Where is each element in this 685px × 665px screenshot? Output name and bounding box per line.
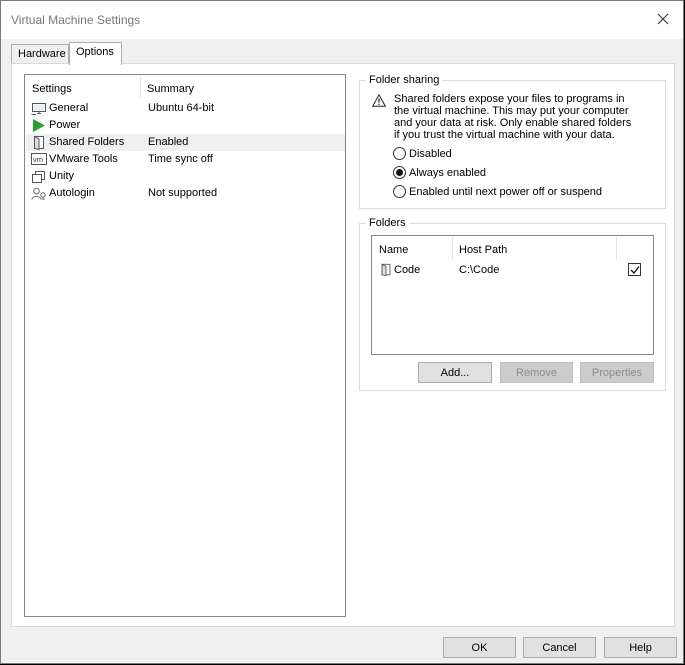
folder-sharing-label: Folder sharing — [366, 74, 443, 86]
setting-label: Shared Folders — [49, 136, 125, 148]
settings-row-power[interactable]: Power — [26, 117, 345, 134]
setting-label: General — [49, 102, 89, 114]
autologin-icon — [31, 187, 46, 200]
settings-row-unity[interactable]: Unity — [26, 168, 345, 185]
header-divider[interactable] — [140, 76, 141, 98]
folder-name: Code — [394, 264, 421, 276]
radio-until-power-off[interactable]: Enabled until next power off or suspend — [393, 184, 602, 199]
remove-folder-button[interactable]: Remove — [500, 362, 573, 383]
settings-row-shared-folders[interactable]: Shared Folders Enabled — [26, 134, 345, 151]
folders-group: Folders Name Host Path Code C:\Code Add.… — [359, 217, 666, 391]
settings-dialog: Virtual Machine Settings Hardware Option… — [0, 0, 684, 664]
warning-icon — [372, 94, 386, 107]
folders-table[interactable]: Name Host Path Code C:\Code — [371, 235, 654, 355]
folders-label: Folders — [366, 217, 409, 229]
cancel-button[interactable]: Cancel — [523, 637, 596, 658]
shared-folder-icon — [381, 263, 391, 277]
radio-label: Always enabled — [409, 166, 487, 179]
setting-summary: Not supported — [148, 187, 218, 199]
radio-label: Enabled until next power off or suspend — [409, 185, 603, 198]
unity-icon — [32, 171, 45, 183]
header-settings[interactable]: Settings — [32, 83, 72, 95]
radio-disabled[interactable]: Disabled — [393, 146, 452, 161]
folder-row[interactable]: Code C:\Code — [372, 261, 653, 279]
radio-label: Disabled — [409, 147, 452, 160]
settings-row-vmware-tools[interactable]: vm VMware Tools Time sync off — [26, 151, 345, 168]
add-folder-button[interactable]: Add... — [418, 362, 492, 383]
header-divider[interactable] — [452, 237, 453, 260]
ok-button[interactable]: OK — [443, 637, 516, 658]
shared-folder-icon — [34, 135, 44, 150]
settings-list[interactable]: Settings Summary General Ubuntu 64-bit P… — [24, 74, 346, 617]
window-title: Virtual Machine Settings — [11, 13, 141, 27]
properties-button[interactable]: Properties — [580, 362, 654, 383]
header-host-path[interactable]: Host Path — [459, 244, 507, 256]
setting-label: VMware Tools — [49, 153, 118, 165]
setting-label: Unity — [49, 170, 75, 182]
folder-sharing-group: Folder sharing Shared folders expose you… — [359, 74, 666, 209]
setting-summary: Enabled — [148, 136, 189, 148]
close-icon — [657, 13, 669, 25]
close-button[interactable] — [649, 7, 677, 31]
folder-enabled-checkbox[interactable] — [628, 263, 641, 276]
check-icon — [630, 266, 640, 274]
setting-label: Autologin — [49, 187, 95, 199]
folders-table-header: Name Host Path — [372, 236, 653, 261]
header-divider[interactable] — [616, 237, 617, 260]
setting-label: Power — [49, 119, 81, 131]
setting-summary: Ubuntu 64-bit — [148, 102, 215, 114]
header-name[interactable]: Name — [379, 244, 408, 256]
settings-list-header: Settings Summary — [25, 75, 345, 99]
settings-row-general[interactable]: General Ubuntu 64-bit — [26, 100, 345, 117]
monitor-icon — [31, 103, 46, 115]
vmware-tools-icon: vm — [31, 153, 47, 165]
title-bar: Virtual Machine Settings — [1, 1, 683, 39]
help-button[interactable]: Help — [604, 637, 677, 658]
header-summary[interactable]: Summary — [147, 83, 194, 95]
radio-button[interactable] — [393, 166, 406, 179]
tab-options[interactable]: Options — [69, 42, 122, 65]
radio-always-enabled[interactable]: Always enabled — [393, 165, 486, 180]
power-play-icon — [33, 119, 45, 132]
options-panel: Settings Summary General Ubuntu 64-bit P… — [11, 63, 675, 627]
radio-button[interactable] — [393, 147, 406, 160]
svg-text:vm: vm — [33, 155, 43, 164]
tab-hardware[interactable]: Hardware — [11, 44, 69, 64]
setting-summary: Time sync off — [148, 153, 213, 165]
folder-host-path: C:\Code — [459, 264, 500, 276]
folder-sharing-warning: Shared folders expose your files to prog… — [394, 93, 632, 141]
radio-button[interactable] — [393, 185, 406, 198]
settings-row-autologin[interactable]: Autologin Not supported — [26, 185, 345, 202]
